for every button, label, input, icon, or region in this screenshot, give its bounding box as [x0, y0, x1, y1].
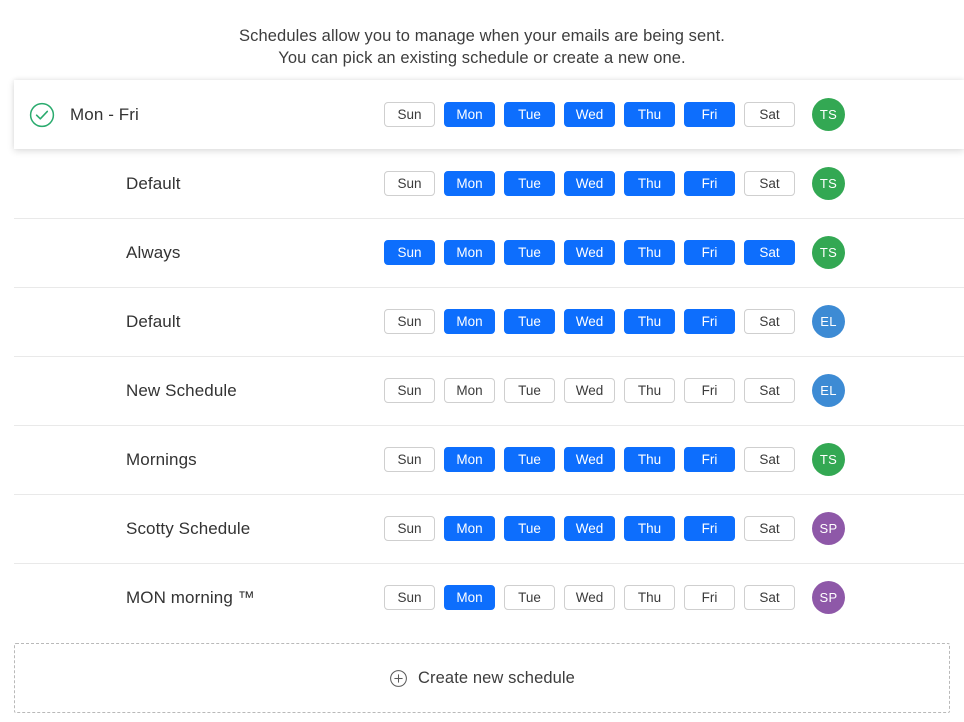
- day-toggle-sun[interactable]: Sun: [384, 516, 435, 541]
- day-toggle-mon[interactable]: Mon: [444, 309, 495, 334]
- plus-circle-icon: [389, 669, 408, 688]
- schedule-name: Mon - Fri: [70, 104, 139, 124]
- day-toggle-mon[interactable]: Mon: [444, 102, 495, 127]
- schedule-row[interactable]: Scotty Schedule Sun Mon Tue Wed Thu Fri Sat SP: [0, 494, 964, 563]
- check-circle-icon: [29, 102, 55, 128]
- day-toggle-fri[interactable]: Fri: [684, 585, 735, 610]
- day-toggle-wed[interactable]: Wed: [564, 240, 615, 265]
- avatar[interactable]: EL: [812, 374, 845, 407]
- day-toggle-group: Sun Mon Tue Wed Thu Fri Sat: [384, 171, 795, 196]
- day-toggle-fri[interactable]: Fri: [684, 309, 735, 334]
- schedule-name: New Schedule: [126, 380, 237, 400]
- day-toggle-sun[interactable]: Sun: [384, 447, 435, 472]
- schedule-row[interactable]: MON morning ™ Sun Mon Tue Wed Thu Fri Sat SP: [0, 563, 964, 632]
- day-toggle-group: Sun Mon Tue Wed Thu Fri Sat: [384, 102, 795, 127]
- day-toggle-sun[interactable]: Sun: [384, 585, 435, 610]
- schedule-row[interactable]: New Schedule Sun Mon Tue Wed Thu Fri Sat EL: [0, 356, 964, 425]
- day-toggle-tue[interactable]: Tue: [504, 240, 555, 265]
- day-toggle-mon[interactable]: Mon: [444, 447, 495, 472]
- create-new-schedule-button[interactable]: Create new schedule: [14, 643, 950, 713]
- schedule-row[interactable]: Mon - Fri Sun Mon Tue Wed Thu Fri Sat TS: [14, 80, 964, 149]
- day-toggle-sun[interactable]: Sun: [384, 240, 435, 265]
- avatar[interactable]: TS: [812, 98, 845, 131]
- day-toggle-sun[interactable]: Sun: [384, 171, 435, 196]
- day-toggle-group: Sun Mon Tue Wed Thu Fri Sat: [384, 309, 795, 334]
- day-toggle-tue[interactable]: Tue: [504, 309, 555, 334]
- day-toggle-sun[interactable]: Sun: [384, 309, 435, 334]
- day-toggle-mon[interactable]: Mon: [444, 585, 495, 610]
- day-toggle-fri[interactable]: Fri: [684, 378, 735, 403]
- day-toggle-wed[interactable]: Wed: [564, 171, 615, 196]
- day-toggle-wed[interactable]: Wed: [564, 102, 615, 127]
- day-toggle-sat[interactable]: Sat: [744, 378, 795, 403]
- day-toggle-thu[interactable]: Thu: [624, 585, 675, 610]
- intro-line-2: You can pick an existing schedule or cre…: [278, 49, 686, 67]
- day-toggle-sat[interactable]: Sat: [744, 585, 795, 610]
- intro-blurb: Schedules allow you to manage when your …: [0, 0, 964, 69]
- avatar[interactable]: TS: [812, 443, 845, 476]
- day-toggle-fri[interactable]: Fri: [684, 102, 735, 127]
- day-toggle-fri[interactable]: Fri: [684, 240, 735, 265]
- schedule-name: Default: [126, 173, 181, 193]
- intro-line-1: Schedules allow you to manage when your …: [239, 27, 725, 45]
- day-toggle-thu[interactable]: Thu: [624, 240, 675, 265]
- day-toggle-sun[interactable]: Sun: [384, 102, 435, 127]
- day-toggle-tue[interactable]: Tue: [504, 516, 555, 541]
- day-toggle-tue[interactable]: Tue: [504, 171, 555, 196]
- day-toggle-group: Sun Mon Tue Wed Thu Fri Sat: [384, 447, 795, 472]
- day-toggle-mon[interactable]: Mon: [444, 171, 495, 196]
- avatar[interactable]: TS: [812, 167, 845, 200]
- day-toggle-group: Sun Mon Tue Wed Thu Fri Sat: [384, 378, 795, 403]
- schedule-list: Mon - Fri Sun Mon Tue Wed Thu Fri Sat TS Default S…: [0, 80, 964, 632]
- day-toggle-sat[interactable]: Sat: [744, 240, 795, 265]
- day-toggle-mon[interactable]: Mon: [444, 378, 495, 403]
- avatar[interactable]: EL: [812, 305, 845, 338]
- day-toggle-fri[interactable]: Fri: [684, 171, 735, 196]
- day-toggle-group: Sun Mon Tue Wed Thu Fri Sat: [384, 516, 795, 541]
- day-toggle-tue[interactable]: Tue: [504, 378, 555, 403]
- day-toggle-sat[interactable]: Sat: [744, 447, 795, 472]
- schedule-name: Default: [126, 311, 181, 331]
- day-toggle-mon[interactable]: Mon: [444, 516, 495, 541]
- schedule-row[interactable]: Mornings Sun Mon Tue Wed Thu Fri Sat TS: [0, 425, 964, 494]
- day-toggle-thu[interactable]: Thu: [624, 516, 675, 541]
- day-toggle-sun[interactable]: Sun: [384, 378, 435, 403]
- day-toggle-thu[interactable]: Thu: [624, 102, 675, 127]
- day-toggle-tue[interactable]: Tue: [504, 585, 555, 610]
- day-toggle-group: Sun Mon Tue Wed Thu Fri Sat: [384, 240, 795, 265]
- day-toggle-wed[interactable]: Wed: [564, 516, 615, 541]
- schedule-row[interactable]: Always Sun Mon Tue Wed Thu Fri Sat TS: [0, 218, 964, 287]
- schedule-name: MON morning ™: [126, 587, 255, 607]
- day-toggle-sat[interactable]: Sat: [744, 171, 795, 196]
- day-toggle-mon[interactable]: Mon: [444, 240, 495, 265]
- day-toggle-tue[interactable]: Tue: [504, 102, 555, 127]
- day-toggle-sat[interactable]: Sat: [744, 102, 795, 127]
- create-new-schedule-label: Create new schedule: [418, 668, 575, 687]
- schedule-name: Always: [126, 242, 181, 262]
- day-toggle-thu[interactable]: Thu: [624, 309, 675, 334]
- day-toggle-wed[interactable]: Wed: [564, 378, 615, 403]
- day-toggle-wed[interactable]: Wed: [564, 309, 615, 334]
- day-toggle-group: Sun Mon Tue Wed Thu Fri Sat: [384, 585, 795, 610]
- schedule-row[interactable]: Default Sun Mon Tue Wed Thu Fri Sat EL: [0, 287, 964, 356]
- schedule-row[interactable]: Default Sun Mon Tue Wed Thu Fri Sat TS: [0, 149, 964, 218]
- day-toggle-thu[interactable]: Thu: [624, 378, 675, 403]
- day-toggle-thu[interactable]: Thu: [624, 447, 675, 472]
- avatar[interactable]: TS: [812, 236, 845, 269]
- schedule-name: Mornings: [126, 449, 197, 469]
- day-toggle-fri[interactable]: Fri: [684, 447, 735, 472]
- create-new-inner: Create new schedule: [389, 669, 575, 688]
- day-toggle-sat[interactable]: Sat: [744, 309, 795, 334]
- day-toggle-sat[interactable]: Sat: [744, 516, 795, 541]
- selected-check-cell: [14, 102, 70, 128]
- avatar[interactable]: SP: [812, 581, 845, 614]
- day-toggle-wed[interactable]: Wed: [564, 447, 615, 472]
- day-toggle-wed[interactable]: Wed: [564, 585, 615, 610]
- schedule-name: Scotty Schedule: [126, 518, 251, 538]
- day-toggle-fri[interactable]: Fri: [684, 516, 735, 541]
- avatar[interactable]: SP: [812, 512, 845, 545]
- day-toggle-thu[interactable]: Thu: [624, 171, 675, 196]
- day-toggle-tue[interactable]: Tue: [504, 447, 555, 472]
